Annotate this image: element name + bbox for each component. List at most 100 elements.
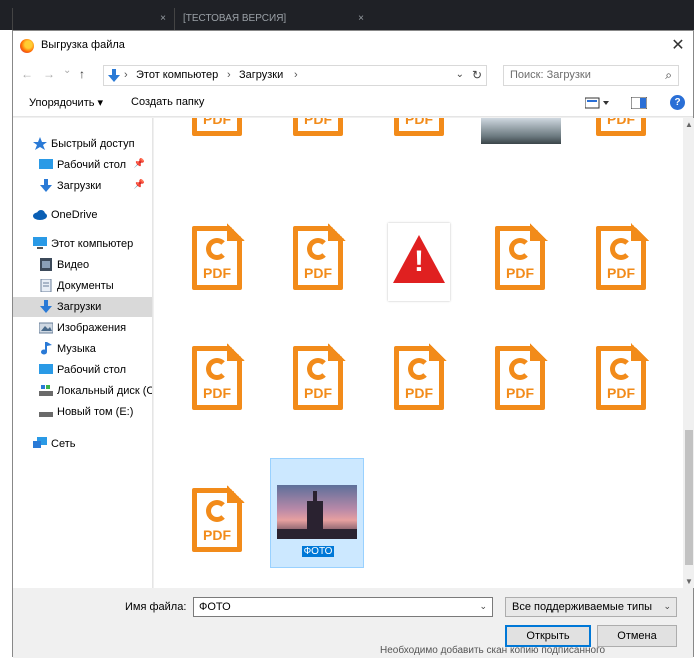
address-dropdown-icon[interactable]: ⌄	[456, 69, 464, 80]
organize-button[interactable]: Упорядочить ▾	[29, 96, 103, 109]
sidebar-item-label: Рабочий стол	[57, 364, 127, 376]
file-item-pdf[interactable]: PDF	[170, 218, 264, 328]
cloud-icon	[33, 210, 47, 220]
sidebar-item-video[interactable]: Видео	[13, 255, 152, 275]
filename-value: ФОТО	[199, 601, 231, 613]
breadcrumb-separator: ›	[227, 69, 231, 81]
search-input[interactable]: Поиск: Загрузки ⌕	[503, 65, 679, 86]
open-button[interactable]: Открыть	[505, 625, 591, 647]
breadcrumb-downloads[interactable]: Загрузки	[239, 69, 283, 81]
file-item-pdf[interactable]: PDF	[574, 118, 668, 190]
desktop-icon	[39, 159, 53, 169]
file-item-warning[interactable]: !	[372, 218, 466, 328]
file-upload-dialog: Выгрузка файла ✕ ← → ⌄ ↑ › Этот компьюте…	[12, 30, 694, 658]
documents-icon	[40, 279, 52, 292]
browser-tab[interactable]: [ТЕСТОВАЯ ВЕРСИЯ] ×	[174, 8, 370, 30]
sidebar-item-label: Видео	[57, 259, 90, 271]
file-list: PDF PDF PDF PDF PDF PDF ! PDF PDF PDF PD…	[154, 118, 694, 588]
file-item-pdf[interactable]: PDF	[271, 338, 365, 448]
scrollbar-thumb[interactable]	[685, 430, 693, 565]
sidebar-item-local-disk[interactable]: Локальный диск (С	[13, 381, 152, 401]
filename-input[interactable]: ФОТО ⌄	[193, 597, 493, 617]
sidebar-item-downloads-pc[interactable]: Загрузки	[13, 297, 152, 317]
refresh-icon[interactable]: ↻	[472, 68, 482, 82]
image-thumbnail	[277, 485, 357, 539]
browser-tab[interactable]: ×	[12, 8, 172, 30]
new-folder-button[interactable]: Создать папку	[131, 96, 204, 108]
pdf-file-icon: PDF	[495, 223, 548, 290]
preview-pane-icon[interactable]	[631, 97, 647, 109]
pdf-label: PDF	[607, 265, 635, 281]
forward-arrow-icon[interactable]: →	[43, 67, 55, 81]
pdf-file-icon: PDF	[596, 118, 646, 136]
file-item-pdf[interactable]: PDF	[170, 480, 264, 588]
search-icon[interactable]: ⌕	[665, 68, 672, 83]
file-item-image[interactable]	[473, 118, 567, 190]
scroll-up-icon[interactable]: ▲	[683, 120, 694, 129]
sidebar-item-music[interactable]: Музыка	[13, 339, 152, 359]
address-bar[interactable]: › Этот компьютер › Загрузки › ⌄ ↻	[103, 65, 487, 86]
pictures-icon	[39, 322, 53, 334]
up-arrow-icon[interactable]: ↑	[79, 67, 85, 81]
file-item-pdf[interactable]: PDF	[574, 338, 668, 448]
close-icon[interactable]: ✕	[663, 31, 693, 61]
sidebar-item-desktop-pc[interactable]: Рабочий стол	[13, 360, 152, 380]
cancel-button[interactable]: Отмена	[597, 625, 677, 647]
file-item-pdf[interactable]: PDF	[170, 118, 264, 190]
sidebar-item-documents[interactable]: Документы	[13, 276, 152, 296]
back-arrow-icon[interactable]: ←	[21, 67, 33, 81]
pdf-label: PDF	[607, 118, 635, 127]
pdf-label: PDF	[405, 385, 433, 401]
file-item-pdf[interactable]: PDF	[271, 218, 365, 328]
file-item-pdf[interactable]: PDF	[372, 118, 466, 190]
file-item-pdf[interactable]: PDF	[574, 218, 668, 328]
tab-close-icon[interactable]: ×	[358, 8, 364, 30]
sidebar-item-network[interactable]: Сеть	[13, 434, 152, 454]
pdf-label: PDF	[304, 265, 332, 281]
pdf-file-icon: PDF	[192, 118, 242, 136]
navigation-bar: ← → ⌄ ↑ › Этот компьютер › Загрузки › ⌄ …	[13, 61, 693, 89]
file-item-pdf[interactable]: PDF	[271, 118, 365, 190]
recent-locations-icon[interactable]: ⌄	[63, 65, 71, 76]
chevron-down-icon[interactable]: ⌄	[479, 601, 487, 612]
sidebar-item-desktop[interactable]: Рабочий стол 📌	[13, 155, 152, 175]
pdf-file-icon: PDF	[192, 485, 245, 552]
pdf-label: PDF	[203, 118, 231, 127]
chevron-down-icon[interactable]: ⌄	[663, 601, 671, 612]
search-placeholder: Поиск: Загрузки	[510, 69, 591, 81]
filetype-select[interactable]: Все поддерживаемые типы ⌄	[505, 597, 677, 617]
sidebar-item-onedrive[interactable]: OneDrive	[13, 205, 152, 225]
pdf-file-icon: PDF	[394, 118, 444, 136]
sidebar-item-label: Сеть	[51, 438, 76, 450]
pdf-file-icon: PDF	[192, 343, 245, 410]
sidebar-item-new-volume[interactable]: Новый том (E:)	[13, 402, 152, 422]
pdf-label: PDF	[607, 385, 635, 401]
sidebar-item-quick-access[interactable]: Быстрый доступ	[13, 134, 152, 154]
background-page-text: Необходимо добавить скан копию подписанн…	[380, 645, 606, 656]
file-item-pdf[interactable]: PDF	[473, 338, 567, 448]
file-item-pdf[interactable]: PDF	[473, 218, 567, 328]
sidebar-item-this-pc[interactable]: Этот компьютер	[13, 234, 152, 254]
breadcrumb-separator: ›	[294, 69, 298, 81]
file-item-pdf[interactable]: PDF	[170, 338, 264, 448]
scroll-down-icon[interactable]: ▼	[683, 577, 694, 586]
tab-close-icon[interactable]: ×	[160, 8, 166, 30]
pdf-label: PDF	[506, 265, 534, 281]
file-item-selected-photo[interactable]: ФОТО	[270, 458, 364, 568]
sidebar-item-pictures[interactable]: Изображения	[13, 318, 152, 338]
command-bar: Упорядочить ▾ Создать папку ?	[13, 89, 693, 117]
pdf-label: PDF	[203, 265, 231, 281]
sidebar-item-label: Загрузки	[57, 180, 102, 192]
sidebar-item-label: Быстрый доступ	[51, 138, 135, 150]
breadcrumb-this-pc[interactable]: Этот компьютер	[136, 69, 218, 81]
file-item-pdf[interactable]: PDF	[372, 338, 466, 448]
drive-icon	[39, 385, 53, 396]
warning-icon: !	[388, 223, 450, 301]
computer-icon	[33, 237, 47, 249]
help-icon[interactable]: ?	[670, 95, 685, 110]
pdf-file-icon: PDF	[394, 343, 447, 410]
vertical-scrollbar[interactable]: ▲ ▼	[683, 118, 694, 588]
change-view-icon[interactable]	[585, 97, 611, 109]
sidebar-item-downloads[interactable]: Загрузки 📌	[13, 176, 152, 196]
pdf-label: PDF	[304, 385, 332, 401]
